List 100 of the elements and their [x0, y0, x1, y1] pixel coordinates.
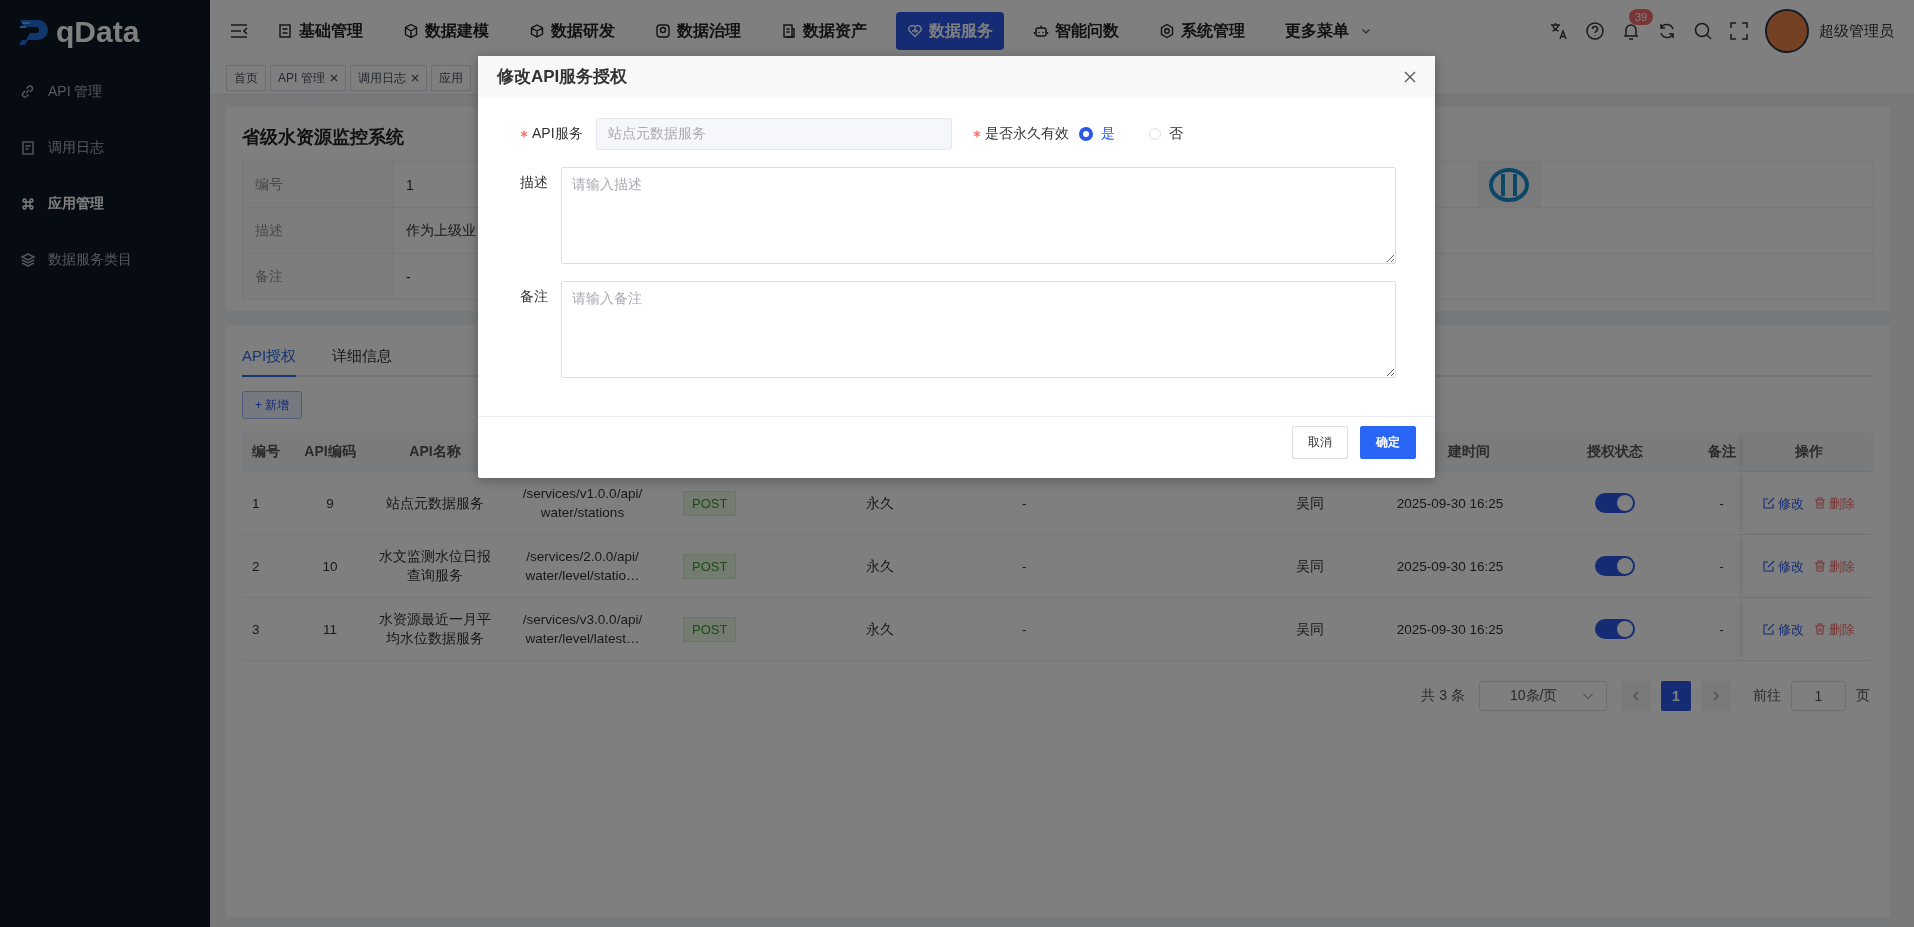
menu-icon[interactable]	[230, 23, 248, 39]
total-count: 共 3 条	[1421, 687, 1465, 705]
table-cell-text: 水文监测水位日报查询服务	[379, 548, 491, 585]
nav-item[interactable]: 数据服务	[896, 12, 1004, 50]
nav-item[interactable]: 基础管理	[266, 12, 374, 50]
table-cell-text: 9	[325, 494, 335, 513]
remark-field[interactable]: 请输入备注	[561, 281, 1396, 378]
nav-item[interactable]: 数据建模	[392, 12, 500, 50]
column-header: 建时间	[1448, 443, 1490, 461]
table-cell-text: 吴同	[1295, 494, 1325, 513]
page-tag[interactable]: 调用日志	[349, 65, 427, 91]
column-header: 授权状态	[1587, 443, 1643, 461]
nav-item[interactable]: 系统管理	[1148, 12, 1256, 50]
chevron-right-icon	[1711, 691, 1721, 701]
bell-icon[interactable]	[1621, 21, 1641, 41]
confirm-button[interactable]: 确定	[1360, 426, 1416, 459]
fullscreen-icon[interactable]	[1729, 21, 1749, 41]
table-cell-text: 1	[251, 494, 261, 513]
table-cell-text: -	[1021, 494, 1028, 513]
field-label: 是否永久有效	[984, 125, 1069, 143]
jump-label: 前往	[1753, 687, 1781, 705]
table-cell-text: 2025-09-30 16:25	[1395, 620, 1505, 639]
logo-text: qData	[56, 15, 140, 49]
page-tag[interactable]: 首页	[226, 65, 266, 91]
chevron-left-icon	[1631, 691, 1641, 701]
add-button[interactable]: + 新增	[242, 391, 303, 419]
trash-icon	[1813, 497, 1826, 509]
search-icon[interactable]	[1693, 21, 1713, 41]
table-cell-text: -	[1718, 620, 1725, 639]
column-header: 备注	[1707, 443, 1736, 461]
table-cell-text: -	[1021, 557, 1028, 576]
table-cell-text: 站点元数据服务	[386, 494, 484, 513]
nav-item[interactable]: 智能问数	[1022, 12, 1130, 50]
nav-item[interactable]: 数据研发	[518, 12, 626, 50]
page-size-select[interactable]: 10条/页	[1479, 681, 1607, 711]
dialog-title: 修改API服务授权	[497, 66, 628, 88]
edit-link[interactable]: 修改	[1762, 556, 1804, 576]
table-cell-text: 2	[251, 557, 261, 576]
cancel-button[interactable]: 取消	[1292, 426, 1348, 459]
app-title: 省级水资源监控系统	[242, 127, 404, 147]
link-icon	[20, 84, 36, 100]
radio-option[interactable]: 否	[1148, 125, 1183, 143]
cube-icon	[529, 23, 545, 39]
document-icon	[781, 23, 797, 39]
page-number[interactable]: 1	[1661, 681, 1691, 711]
page-tag[interactable]: 应用	[430, 65, 471, 91]
table-cell-text: 吴同	[1295, 620, 1325, 639]
sidebar-item[interactable]: API 管理	[0, 64, 210, 120]
table-cell-text: 永久	[865, 557, 895, 576]
refresh-icon[interactable]	[1657, 21, 1677, 41]
delete-link[interactable]: 删除	[1813, 556, 1855, 576]
page-tag[interactable]: API 管理	[270, 65, 346, 91]
table-cell-text: 永久	[865, 494, 895, 513]
table-cell-text: 3	[251, 620, 261, 639]
toggle-switch[interactable]	[1595, 493, 1635, 513]
table-cell-text: -	[1021, 620, 1028, 639]
table-cell-text: 2025-09-30 16:25	[1395, 494, 1505, 513]
edit-link[interactable]: 修改	[1762, 619, 1804, 639]
tab[interactable]: 详细信息	[332, 337, 393, 375]
avatar[interactable]	[1765, 9, 1809, 53]
column-header: 操作	[1794, 443, 1823, 461]
field-value: 1	[406, 176, 414, 193]
chevron-down-icon	[1361, 26, 1371, 36]
radio-option[interactable]: 是	[1078, 125, 1115, 143]
sidebar-item[interactable]: 调用日志	[0, 120, 210, 176]
document-icon	[20, 140, 36, 156]
table-cell-text: 吴同	[1295, 557, 1325, 576]
app-logo-drawing	[1487, 165, 1531, 204]
page-jump-field[interactable]: 1	[1791, 681, 1846, 711]
delete-link[interactable]: 删除	[1813, 619, 1855, 639]
trash-icon	[1813, 623, 1826, 635]
toggle-switch[interactable]	[1595, 619, 1635, 639]
sidebar-item[interactable]: 数据服务类目	[0, 232, 210, 288]
nav-item[interactable]: 数据治理	[644, 12, 752, 50]
heart-icon	[907, 23, 923, 39]
edit-icon	[1762, 497, 1775, 509]
edit-link[interactable]: 修改	[1762, 493, 1804, 513]
robot-icon	[1033, 23, 1049, 39]
tab[interactable]: API授权	[242, 337, 297, 377]
close-icon[interactable]	[1403, 69, 1417, 84]
description-field[interactable]: 请输入描述	[561, 167, 1396, 264]
help-icon[interactable]	[1585, 21, 1605, 41]
table-cell-text: /services/v1.0.0/api/ water/stations	[521, 485, 644, 522]
close-icon[interactable]	[410, 74, 419, 82]
close-icon[interactable]	[329, 74, 338, 82]
table-cell-text: -	[1718, 557, 1725, 576]
toggle-switch[interactable]	[1595, 556, 1635, 576]
edit-icon	[1762, 623, 1775, 635]
translate-icon[interactable]	[1549, 21, 1569, 41]
nav-item[interactable]: 数据资产	[770, 12, 878, 50]
hexagon-icon	[1159, 23, 1175, 39]
table-cell-text: /services/v3.0.0/api/ water/level/latest…	[521, 611, 644, 648]
user-name[interactable]: 超级管理员	[1819, 21, 1894, 41]
method-tag: POST	[683, 553, 737, 579]
nav-item[interactable]: 更多菜单	[1274, 12, 1382, 50]
table-cell-text: -	[1718, 494, 1725, 513]
table-cell-text: 2025-09-30 16:25	[1395, 557, 1505, 576]
delete-link[interactable]: 删除	[1813, 493, 1855, 513]
box-icon	[655, 23, 671, 39]
sidebar-item[interactable]: 应用管理	[0, 176, 210, 232]
